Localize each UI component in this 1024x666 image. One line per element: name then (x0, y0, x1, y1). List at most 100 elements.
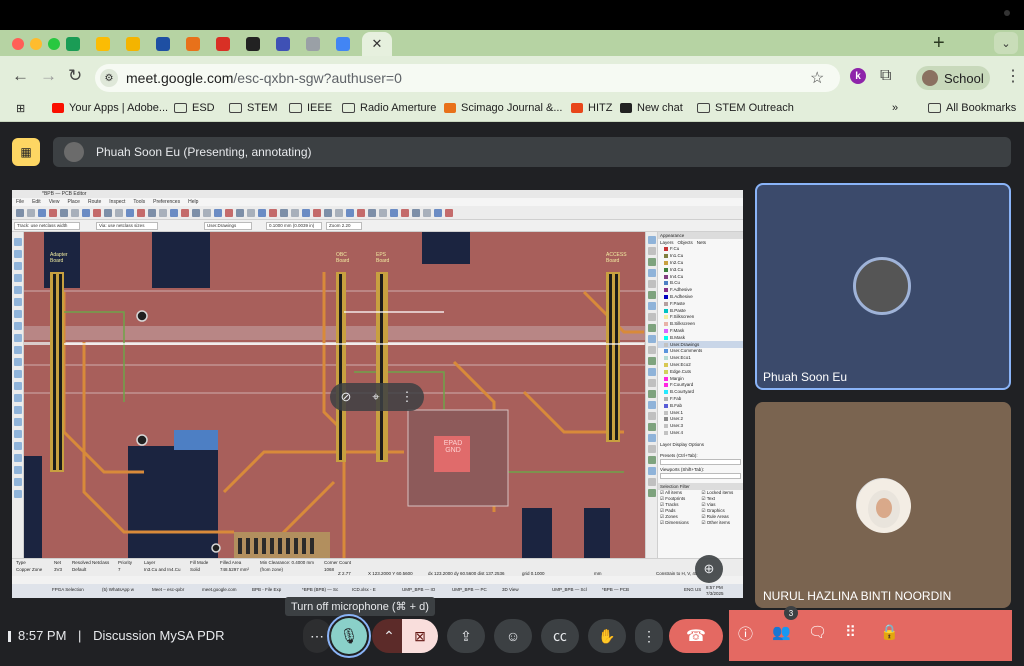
sc-tab-icon[interactable] (182, 33, 204, 55)
maximize-window-button[interactable] (48, 38, 60, 50)
layer-color-swatch[interactable] (664, 254, 668, 259)
layer-color-swatch[interactable] (664, 396, 668, 401)
kicad-left-tool-button[interactable] (14, 370, 22, 378)
pin-icon[interactable]: ⌖ (372, 389, 379, 405)
kicad-menu-item[interactable]: File (16, 198, 24, 206)
camera-off-icon[interactable]: ⊠ (402, 619, 438, 653)
layer-row[interactable]: User.Eco2 (658, 362, 743, 369)
layer-color-swatch[interactable] (664, 322, 668, 327)
kicad-toolbar-button[interactable] (423, 208, 431, 217)
captions-icon[interactable]: ㏄ (541, 619, 579, 653)
kicad-toolbar-button[interactable] (258, 208, 266, 217)
bookmark-item[interactable]: STEM Outreach (697, 102, 794, 114)
apps-grid-icon[interactable]: ⊞ (16, 102, 25, 115)
emoji-icon[interactable]: ☺ (494, 619, 532, 653)
kicad-menu-item[interactable]: Edit (32, 198, 41, 206)
browser-menu-icon[interactable]: ⋮ (1005, 66, 1021, 86)
kicad-toolbar-button[interactable] (60, 208, 68, 217)
taskbar-app-item[interactable]: UMP_BPB — Scl (552, 587, 587, 592)
gmail-tab-icon[interactable] (212, 33, 234, 55)
kicad-menu-item[interactable]: Inspect (109, 198, 125, 206)
kicad-toolbar-button[interactable] (302, 208, 310, 217)
kicad-toolbar-button[interactable] (379, 208, 387, 217)
kicad-toolbar-button[interactable] (357, 208, 365, 217)
layer-row[interactable]: User.3 (658, 423, 743, 430)
kicad-toolbar-button[interactable] (412, 208, 420, 217)
minimize-window-button[interactable] (30, 38, 42, 50)
layer-color-swatch[interactable] (664, 383, 668, 388)
forward-button[interactable]: → (40, 66, 57, 86)
kicad-toolbar-button[interactable] (71, 208, 79, 217)
kicad-left-tool-button[interactable] (14, 238, 22, 246)
layer-color-swatch[interactable] (664, 390, 668, 395)
kicad-left-tool-button[interactable] (14, 442, 22, 450)
kicad-right-tool-button[interactable] (648, 324, 656, 332)
more-options-icon[interactable]: ⋮ (401, 389, 414, 405)
selection-filter-checkbox[interactable]: ☑ Other items (702, 520, 744, 526)
kicad-toolbar-button[interactable] (27, 208, 35, 217)
kicad-toolbar-button[interactable] (181, 208, 189, 217)
reload-button[interactable]: ↻ (68, 66, 82, 86)
layer-display-options[interactable]: Layer Display Options (658, 442, 743, 447)
kicad-toolbar-button[interactable] (82, 208, 90, 217)
kicad-right-tool-button[interactable] (648, 423, 656, 431)
kicad-toolbar-button[interactable] (159, 208, 167, 217)
kicad-right-tool-button[interactable] (648, 434, 656, 442)
taskbar-app-item[interactable]: ICD.xlsx - E (352, 587, 376, 592)
kicad-toolbar-button[interactable] (137, 208, 145, 217)
kicad-right-tool-button[interactable] (648, 478, 656, 486)
taskbar-app-item[interactable]: BPB - File Exp (252, 587, 281, 592)
activities-icon[interactable]: ⠿ (845, 623, 856, 641)
layer-color-swatch[interactable] (664, 274, 668, 279)
present-screen-icon[interactable]: ⇪ (447, 619, 485, 653)
kicad-toolbar-button[interactable] (16, 208, 24, 217)
kicad-left-tool-button[interactable] (14, 382, 22, 390)
kicad-right-tool-button[interactable] (648, 346, 656, 354)
taskbar-app-item[interactable]: 3D View (502, 587, 519, 592)
presets-select[interactable] (660, 459, 741, 466)
taskbar-app-item[interactable]: FPGA Selection (52, 587, 84, 592)
kicad-left-tool-button[interactable] (14, 418, 22, 426)
active-tab-close-button[interactable]: ✕ (362, 32, 392, 56)
kicad-toolbar-button[interactable] (126, 208, 134, 217)
back-button[interactable]: ← (12, 66, 29, 86)
layer-row[interactable]: User.Comments (658, 348, 743, 355)
layer-row[interactable]: In3.Cu (658, 266, 743, 273)
layer-row[interactable]: User.Eco1 (658, 355, 743, 362)
kicad-right-tool-button[interactable] (648, 379, 656, 387)
layer-color-swatch[interactable] (664, 288, 668, 293)
appearance-tab[interactable]: Nets (697, 239, 706, 246)
extension-k-icon[interactable]: k (850, 68, 866, 84)
kicad-menu-item[interactable]: Place (67, 198, 80, 206)
new-tab-button[interactable]: + (933, 32, 945, 55)
profile-button[interactable]: School (916, 66, 990, 90)
kicad-menu-item[interactable]: Preferences (153, 198, 180, 206)
calendar-tab-icon[interactable] (332, 33, 354, 55)
slides-tab-icon[interactable] (122, 33, 144, 55)
kicad-toolbar-button[interactable] (313, 208, 321, 217)
kicad-toolbar-button[interactable] (335, 208, 343, 217)
kicad-left-tool-button[interactable] (14, 322, 22, 330)
layer-row[interactable]: B.Courtyard (658, 389, 743, 396)
kicad-toolbar-button[interactable] (214, 208, 222, 217)
layer-color-swatch[interactable] (664, 301, 668, 306)
kicad-left-tool-button[interactable] (14, 394, 22, 402)
kicad-right-tool-button[interactable] (648, 258, 656, 266)
kicad-left-tool-button[interactable] (14, 346, 22, 354)
meet-tab-icon[interactable] (62, 33, 84, 55)
kicad-right-tool-button[interactable] (648, 467, 656, 475)
kicad-right-tool-button[interactable] (648, 236, 656, 244)
layer-color-swatch[interactable] (664, 308, 668, 313)
layer-row[interactable]: F.Mask (658, 328, 743, 335)
kicad-right-tool-button[interactable] (648, 302, 656, 310)
layer-row[interactable]: B.Fab (658, 402, 743, 409)
kicad-toolbar-button[interactable] (434, 208, 442, 217)
grid-select[interactable]: 0.1000 mm (0.0039 in) (266, 222, 322, 230)
kicad-toolbar-button[interactable] (291, 208, 299, 217)
layer-color-swatch[interactable] (664, 267, 668, 272)
zoom-in-icon[interactable]: ⊕ (695, 555, 723, 583)
bookmark-item[interactable]: Radio Amerture (342, 102, 436, 114)
kicad-right-tool-button[interactable] (648, 456, 656, 464)
layer-row[interactable]: F.Fab (658, 396, 743, 403)
kicad-menu-item[interactable]: Help (188, 198, 198, 206)
